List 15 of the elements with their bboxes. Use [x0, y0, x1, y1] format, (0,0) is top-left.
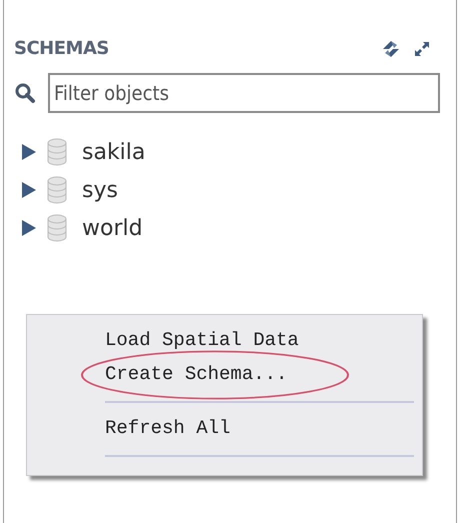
search-icon — [14, 82, 36, 104]
schema-name[interactable]: sakila — [82, 140, 146, 164]
expand-arrow-icon[interactable] — [20, 219, 38, 237]
database-icon — [46, 214, 68, 242]
menu-item[interactable]: Refresh All — [105, 411, 422, 445]
expand-arrow-icon[interactable] — [20, 181, 38, 199]
expand-arrow-icon[interactable] — [20, 143, 38, 161]
database-icon — [46, 138, 68, 166]
menu-item[interactable]: Load Spatial Data — [105, 323, 422, 357]
database-icon — [46, 176, 68, 204]
menu-item[interactable]: Create Schema... — [105, 357, 422, 391]
panel-title: SCHEMAS — [14, 38, 109, 59]
schema-name[interactable]: sys — [82, 178, 118, 202]
schema-name[interactable]: world — [82, 216, 143, 240]
filter-field[interactable]: Filter objects — [48, 73, 440, 113]
